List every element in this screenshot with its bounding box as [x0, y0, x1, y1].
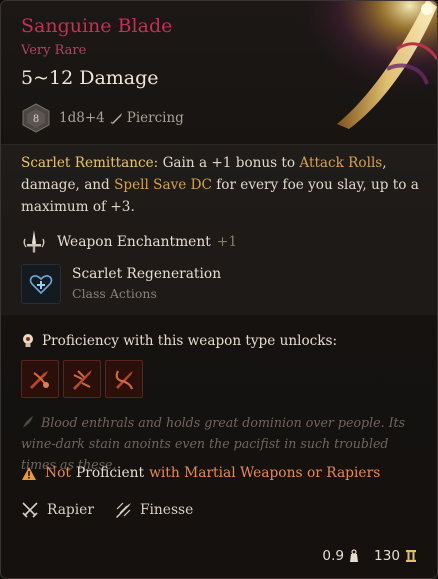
weapon-action-icon-1[interactable]: [21, 360, 59, 398]
property-rapier[interactable]: Rapier: [21, 501, 94, 519]
weapon-enchantment[interactable]: Weapon Enchantment +1: [21, 229, 237, 255]
weapon-action-icon-3[interactable]: [105, 360, 143, 398]
proficiency-warning: Not Proficient with Martial Weapons or R…: [21, 465, 380, 481]
keyword-spell-save-dc[interactable]: Spell Save DC: [114, 177, 212, 193]
weight-icon: [350, 549, 359, 562]
sword-enchantment-icon: [23, 230, 45, 253]
blade-artwork-icon: [277, 1, 437, 129]
crossed-swords-icon: [22, 502, 38, 518]
enchantment-label: Weapon Enchantment: [57, 234, 211, 250]
finesse-icon: [115, 502, 131, 518]
property-finesse[interactable]: Finesse: [114, 501, 193, 519]
weight-display: 0.9: [322, 548, 360, 564]
item-description: Scarlet Remittance: Gain a +1 bonus to A…: [21, 152, 421, 218]
property-label-rapier: Rapier: [47, 502, 94, 518]
lightbulb-icon: [23, 334, 33, 347]
proficiency-heading-text: Proficiency with this weapon type unlock…: [42, 333, 338, 349]
d8-dice-icon: 8: [22, 103, 50, 133]
item-footer: 0.9 130: [308, 548, 417, 564]
dice-label: 8: [33, 114, 39, 125]
warning-proficient[interactable]: Proficient: [76, 465, 144, 481]
damage-range: 5~12 Damage: [21, 67, 159, 89]
action-subtitle: Class Actions: [72, 286, 157, 301]
dagger-icon: [110, 113, 122, 125]
passive-name: Scarlet Remittance:: [21, 155, 159, 171]
flavor-text-content: Blood enthrals and holds great dominion …: [21, 415, 406, 472]
item-rarity: Very Rare: [21, 43, 87, 58]
warning-icon: [22, 466, 36, 480]
warning-not: Not: [45, 465, 71, 481]
gold-value: 130: [374, 548, 400, 564]
gold-coin-icon: [406, 550, 416, 562]
weapon-action-icon-2[interactable]: [63, 360, 101, 398]
damage-type: Piercing: [126, 110, 184, 126]
weapon-properties: Rapier Finesse: [21, 501, 213, 519]
desc-part-1: Gain a +1 bonus to: [158, 155, 300, 171]
property-label-finesse: Finesse: [139, 502, 194, 518]
action-title: Scarlet Regeneration: [72, 266, 222, 282]
value-display: 130: [374, 548, 417, 564]
weapon-action-list: [21, 360, 143, 398]
enchantment-bonus: +1: [216, 234, 238, 250]
weight-value: 0.9: [322, 548, 345, 564]
item-name: Sanguine Blade: [21, 15, 173, 37]
item-tooltip: Sanguine Blade Very Rare 5~12 Damage 8 1…: [0, 0, 438, 579]
keyword-attack-rolls[interactable]: Attack Rolls: [299, 155, 382, 171]
damage-dice-row: 8 1d8+4 Piercing: [21, 102, 184, 134]
feather-quill-icon: [23, 416, 33, 428]
proficiency-heading: Proficiency with this weapon type unlock…: [21, 333, 337, 349]
warning-rest: with Martial Weapons or Rapiers: [149, 465, 381, 481]
heart-regeneration-icon: [21, 264, 61, 304]
granted-action[interactable]: Scarlet Regeneration Class Actions: [21, 264, 221, 304]
dice-formula: 1d8+4: [59, 110, 105, 126]
